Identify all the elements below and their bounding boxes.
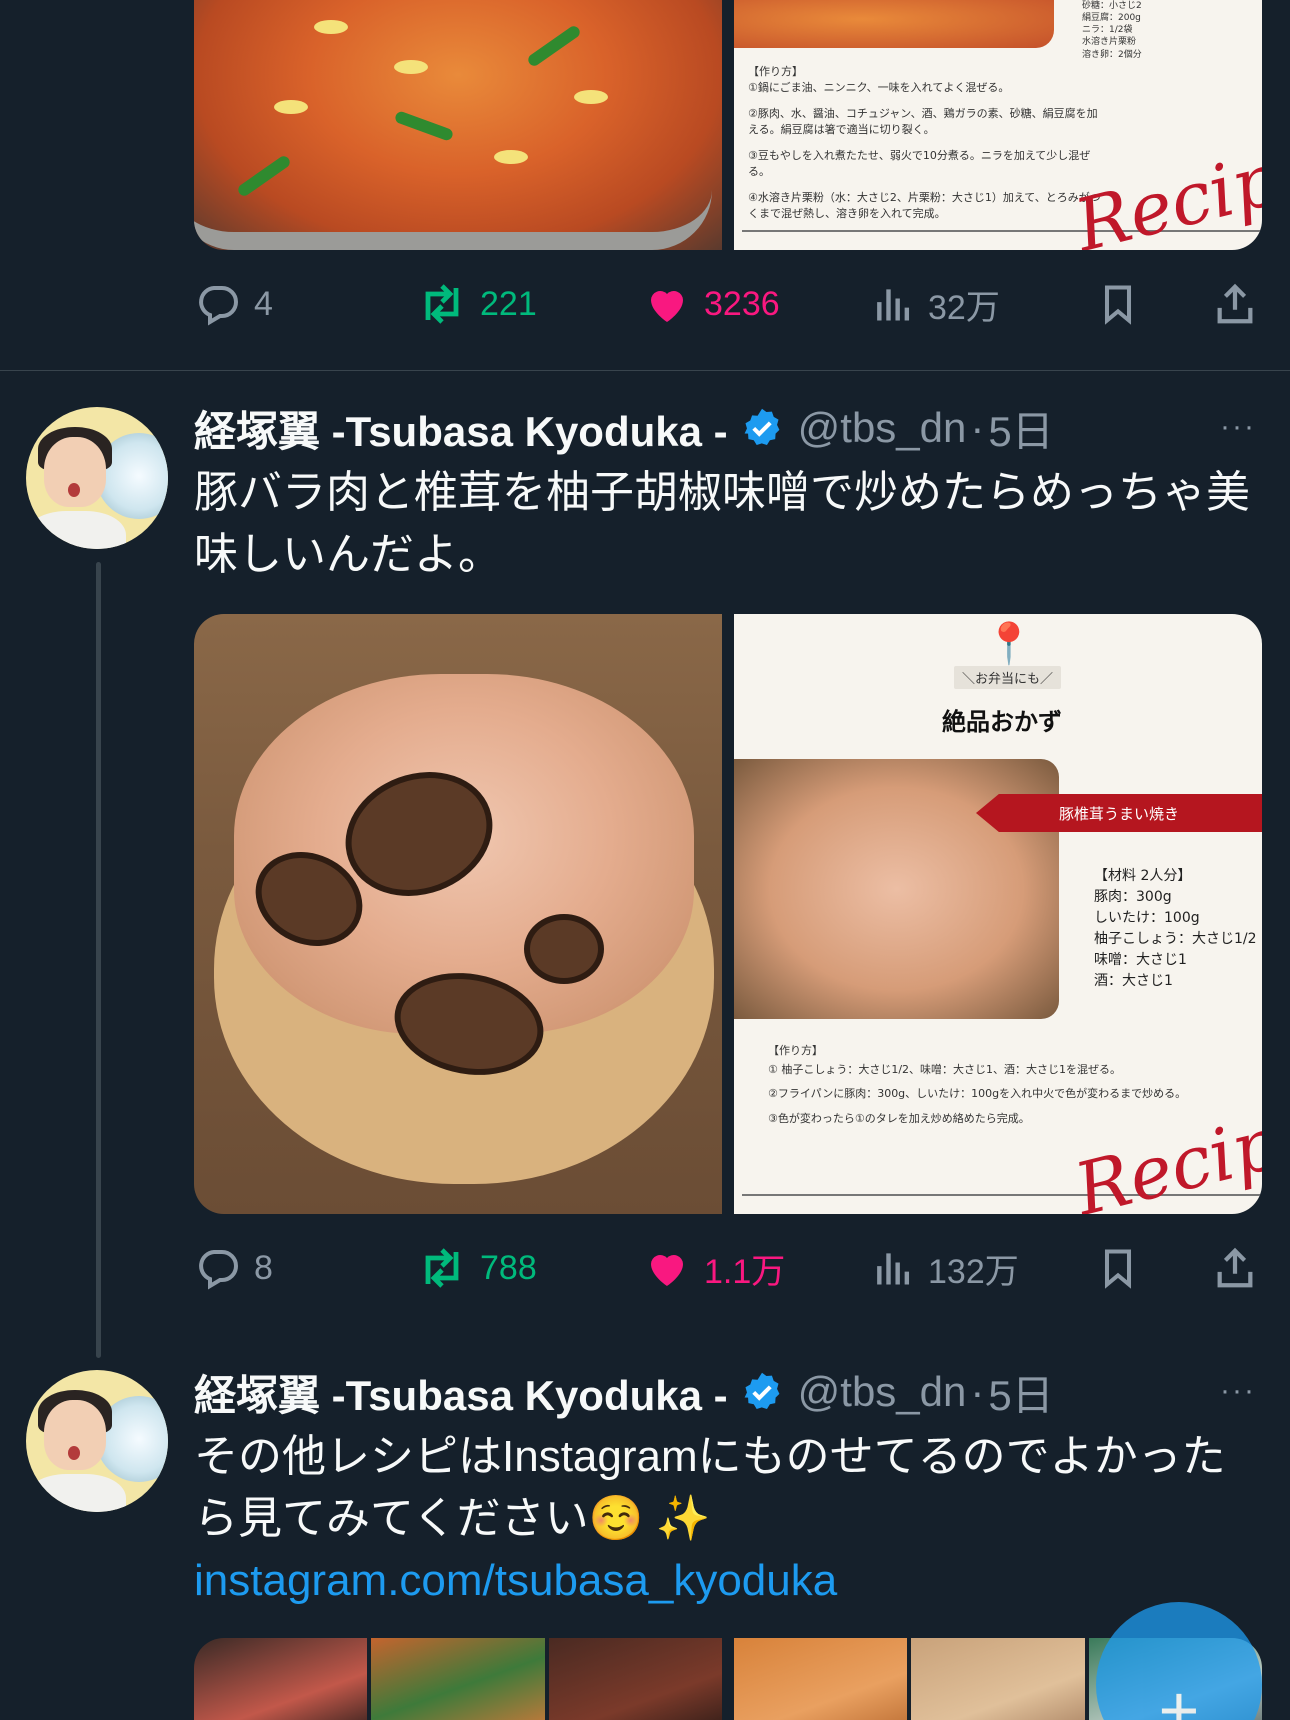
ingredient-line: ニラ：1/2袋 xyxy=(1082,25,1133,36)
reply-icon xyxy=(199,286,238,326)
bookmark-icon xyxy=(1104,1249,1132,1289)
share-button[interactable] xyxy=(1212,1244,1258,1292)
tweet-divider xyxy=(0,370,1290,371)
reply-button[interactable]: 8 xyxy=(194,1244,416,1292)
card-banner: 豚椎茸うまい焼き xyxy=(976,794,1262,832)
card-tag: ＼お弁当にも／ xyxy=(954,666,1062,689)
tweet-text: その他レシピはInstagramにものせてるのでよかったら見てみてください☺️ … xyxy=(194,1426,1254,1612)
soup-photo[interactable] xyxy=(194,0,722,250)
views-button[interactable]: 32万 xyxy=(872,280,1096,329)
pin-icon: 📍 xyxy=(984,621,1034,667)
media-grid-left[interactable] xyxy=(194,1638,722,1720)
like-count: 1.1万 xyxy=(704,1252,786,1291)
step-line: ②豚肉、水、醤油、コチュジャン、酒、鶏ガラの素、砂糖、絹豆腐を加える。絹豆腐は箸… xyxy=(748,106,1098,136)
ingredient-line: 酒：大さじ1 xyxy=(1094,973,1173,989)
bookmark-icon xyxy=(1104,285,1132,325)
ingredient-line: 柚子こしょう：大さじ1/2 xyxy=(1094,931,1257,947)
bookmark-button[interactable] xyxy=(1096,1244,1212,1292)
tweet2-action-bar: 8 788 1.1万 132万 xyxy=(194,1238,1262,1298)
plus-icon: + xyxy=(1158,1671,1200,1720)
tweet2-header: 経塚翼 -Tsubasa Kyoduka - @tbs_dn · 5日 xyxy=(194,400,1054,456)
views-count: 32万 xyxy=(928,288,1000,327)
views-button[interactable]: 132万 xyxy=(872,1244,1096,1293)
verified-badge-icon xyxy=(744,1372,780,1410)
bookmark-button[interactable] xyxy=(1096,280,1212,328)
reply-count: 8 xyxy=(254,1248,273,1287)
views-count: 132万 xyxy=(928,1252,1019,1291)
tweet2-media[interactable]: 📍 ＼お弁当にも／ 絶品おかず 豚椎茸うまい焼き 【材料 2人分】 豚肉：300… xyxy=(194,614,1262,1214)
tweet-timestamp[interactable]: 5日 xyxy=(988,1362,1053,1423)
verified-badge-icon xyxy=(744,408,780,446)
compose-button[interactable]: + xyxy=(1096,1602,1262,1720)
recipe-card-pork[interactable]: 📍 ＼お弁当にも／ 絶品おかず 豚椎茸うまい焼き 【材料 2人分】 豚肉：300… xyxy=(734,614,1262,1214)
avatar[interactable] xyxy=(26,1370,168,1512)
step-line: ①鍋にごま油、ニンニク、一味を入れてよく混ぜる。 xyxy=(748,80,1010,94)
ingredient-line: 水溶き片栗粉 xyxy=(1082,37,1137,48)
tweet3-header: 経塚翼 -Tsubasa Kyoduka - @tbs_dn · 5日 xyxy=(194,1364,1054,1420)
meta-separator: · xyxy=(970,1368,985,1415)
author-handle[interactable]: @tbs_dn xyxy=(798,404,967,452)
step-line: ②フライパンに豚肉：300g、しいたけ：100gを入れ中火で色が変わるまで炒める… xyxy=(768,1087,1187,1101)
share-button[interactable] xyxy=(1212,280,1258,328)
retweet-icon xyxy=(425,1248,459,1288)
reply-button[interactable]: 4 xyxy=(194,280,416,328)
share-icon xyxy=(1217,1247,1253,1288)
retweet-count: 788 xyxy=(480,1248,537,1287)
like-button[interactable]: 1.1万 xyxy=(642,1244,872,1293)
ingredient-line: 砂糖：小さじ2 xyxy=(1082,1,1142,11)
tweet1-media[interactable]: 砂糖：小さじ2 絹豆腐：200g ニラ：1/2袋 水溶き片栗粉 溶き卵：2個分 … xyxy=(194,0,1262,250)
avatar[interactable] xyxy=(26,407,168,549)
step-line: ④水溶き片栗粉（水：大さじ2、片栗粉：大さじ1）加えて、とろみがつくまで混ぜ熱し… xyxy=(748,190,1101,220)
step-line: ③豆もやしを入れ煮たたせ、弱火で10分煮る。ニラを加えて少し混ぜる。 xyxy=(748,148,1091,178)
tweet1-action-bar: 4 221 3236 32万 xyxy=(194,274,1262,334)
card-title: 絶品おかず xyxy=(942,708,1062,736)
heart-icon xyxy=(651,1254,683,1286)
thread-connector-line xyxy=(96,562,101,1358)
tweet-body: その他レシピはInstagramにものせてるのでよかったら見てみてください☺️ … xyxy=(194,1432,1226,1543)
ingredient-line: しいたけ：100g xyxy=(1094,910,1200,926)
ingredient-line: 豚肉：300g xyxy=(1094,889,1172,905)
retweet-button[interactable]: 788 xyxy=(416,1244,642,1292)
ingredient-line: 溶き卵：2個分 xyxy=(1082,49,1142,60)
retweet-button[interactable]: 221 xyxy=(416,280,642,328)
share-icon xyxy=(1217,283,1253,324)
steps-title: 【作り方】 xyxy=(768,1044,823,1057)
recipe-card-soup[interactable]: 砂糖：小さじ2 絹豆腐：200g ニラ：1/2袋 水溶き片栗粉 溶き卵：2個分 … xyxy=(734,0,1262,250)
steps-list: 【作り方】 ① 柚子こしょう：大さじ1/2、味噌：大さじ1、酒：大さじ1を混ぜる… xyxy=(768,1044,1186,1131)
views-icon xyxy=(877,289,910,321)
tweet-timestamp[interactable]: 5日 xyxy=(988,398,1053,459)
ingredients-list: 【材料 2人分】 豚肉：300g しいたけ：100g 柚子こしょう：大さじ1/2… xyxy=(1094,866,1257,992)
heart-icon xyxy=(651,290,683,322)
ingredient-line: 絹豆腐：200g xyxy=(1082,13,1141,24)
step-line: ① 柚子こしょう：大さじ1/2、味噌：大さじ1、酒：大さじ1を混ぜる。 xyxy=(768,1063,1122,1077)
author-handle[interactable]: @tbs_dn xyxy=(798,1368,967,1416)
retweet-count: 221 xyxy=(480,284,537,323)
tweet-text: 豚バラ肉と椎茸を柚子胡椒味噌で炒めたらめっちゃ美味しいんだよ。 xyxy=(194,468,1250,579)
instagram-link[interactable]: instagram.com/tsubasa_kyoduka xyxy=(194,1550,1254,1612)
reply-count: 4 xyxy=(254,284,273,323)
ingredient-line: 【材料 2人分】 xyxy=(1094,868,1192,884)
retweet-icon xyxy=(425,284,459,324)
like-button[interactable]: 3236 xyxy=(642,280,872,328)
views-icon xyxy=(877,1253,910,1285)
ingredient-line: 味噌：大さじ1 xyxy=(1094,952,1187,968)
author-name[interactable]: 経塚翼 -Tsubasa Kyoduka - xyxy=(194,398,728,459)
meta-separator: · xyxy=(970,404,985,451)
step-line: ③色が変わったら①のタレを加え炒め絡めたら完成。 xyxy=(768,1111,1030,1125)
pork-photo[interactable] xyxy=(194,614,722,1214)
author-name[interactable]: 経塚翼 -Tsubasa Kyoduka - xyxy=(194,1362,728,1423)
like-count: 3236 xyxy=(704,284,780,323)
reply-icon xyxy=(199,1250,238,1290)
more-icon[interactable]: ··· xyxy=(1220,1374,1256,1408)
steps-title: 【作り方】 xyxy=(748,65,803,78)
more-icon[interactable]: ··· xyxy=(1220,410,1256,444)
